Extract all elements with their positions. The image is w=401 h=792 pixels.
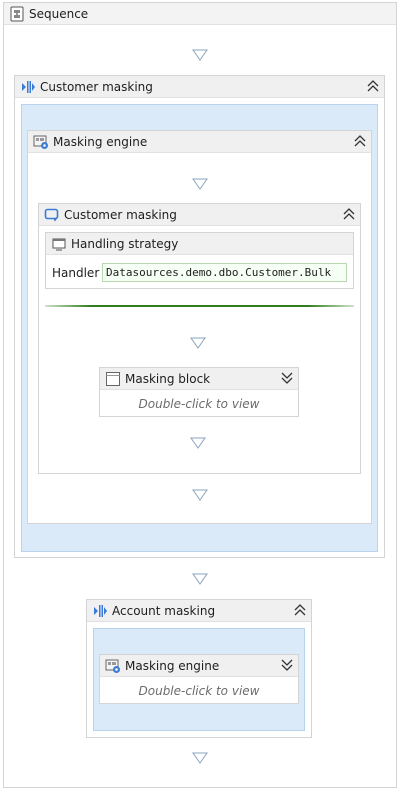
expand-icon[interactable] bbox=[280, 371, 294, 385]
sequence-icon bbox=[9, 6, 25, 22]
drop-arrow-icon[interactable] bbox=[192, 489, 208, 501]
outer-customer-masking-title: Customer masking bbox=[40, 79, 153, 94]
account-masking-title: Account masking bbox=[112, 603, 216, 618]
account-masking-header[interactable]: Account masking bbox=[87, 600, 311, 622]
masking-block-header[interactable]: Masking block bbox=[100, 368, 298, 390]
handler-field[interactable]: Datasources.demo.dbo.Customer.Bulk bbox=[102, 263, 347, 282]
inner-customer-masking-header[interactable]: Customer masking bbox=[39, 204, 360, 226]
collapse-icon[interactable] bbox=[366, 79, 380, 93]
drop-arrow-icon[interactable] bbox=[192, 49, 208, 61]
drop-arrow-icon[interactable] bbox=[190, 337, 206, 349]
expand-icon[interactable] bbox=[280, 658, 294, 672]
masking-block-hint: Double-click to view bbox=[138, 397, 260, 411]
drop-arrow-icon[interactable] bbox=[190, 437, 206, 449]
masking-block-title: Masking block bbox=[125, 371, 211, 386]
block-icon bbox=[105, 371, 121, 387]
drop-arrow-icon[interactable] bbox=[192, 573, 208, 585]
collapse-icon[interactable] bbox=[353, 134, 367, 148]
masking-engine-title: Masking engine bbox=[53, 134, 148, 149]
masking-engine-header[interactable]: Masking engine bbox=[28, 131, 371, 153]
masking-engine-collapsed-header[interactable]: Masking engine bbox=[100, 655, 298, 677]
inner-customer-masking-title: Customer masking bbox=[64, 207, 177, 222]
engine-icon bbox=[33, 134, 49, 150]
strategy-icon bbox=[51, 236, 67, 252]
masking-engine-collapsed-title: Masking engine bbox=[125, 658, 220, 673]
drop-arrow-icon[interactable] bbox=[192, 752, 208, 764]
sequence-header[interactable]: Sequence bbox=[4, 3, 396, 25]
parallel-icon bbox=[92, 603, 108, 619]
handler-label: Handler bbox=[52, 266, 100, 280]
outer-customer-masking-header[interactable]: Customer masking bbox=[15, 76, 384, 98]
collapse-icon[interactable] bbox=[293, 603, 307, 617]
handler-value: Datasources.demo.dbo.Customer.Bulk bbox=[106, 266, 332, 279]
sequence-title: Sequence bbox=[29, 6, 89, 21]
drop-line-divider bbox=[45, 305, 354, 307]
engine-icon bbox=[105, 658, 121, 674]
loop-icon bbox=[44, 207, 60, 223]
drop-arrow-icon[interactable] bbox=[192, 178, 208, 190]
masking-block-activity[interactable]: Masking block Double-click to view bbox=[99, 367, 299, 417]
handling-strategy-panel[interactable]: Handling strategy Handler Datasources.de… bbox=[45, 232, 354, 289]
handling-strategy-title: Handling strategy bbox=[71, 236, 179, 251]
masking-engine-collapsed-activity[interactable]: Masking engine Double-click to view bbox=[99, 654, 299, 704]
handling-strategy-header[interactable]: Handling strategy bbox=[46, 233, 353, 255]
collapse-icon[interactable] bbox=[342, 207, 356, 221]
parallel-icon bbox=[20, 79, 36, 95]
masking-engine-hint: Double-click to view bbox=[138, 684, 260, 698]
